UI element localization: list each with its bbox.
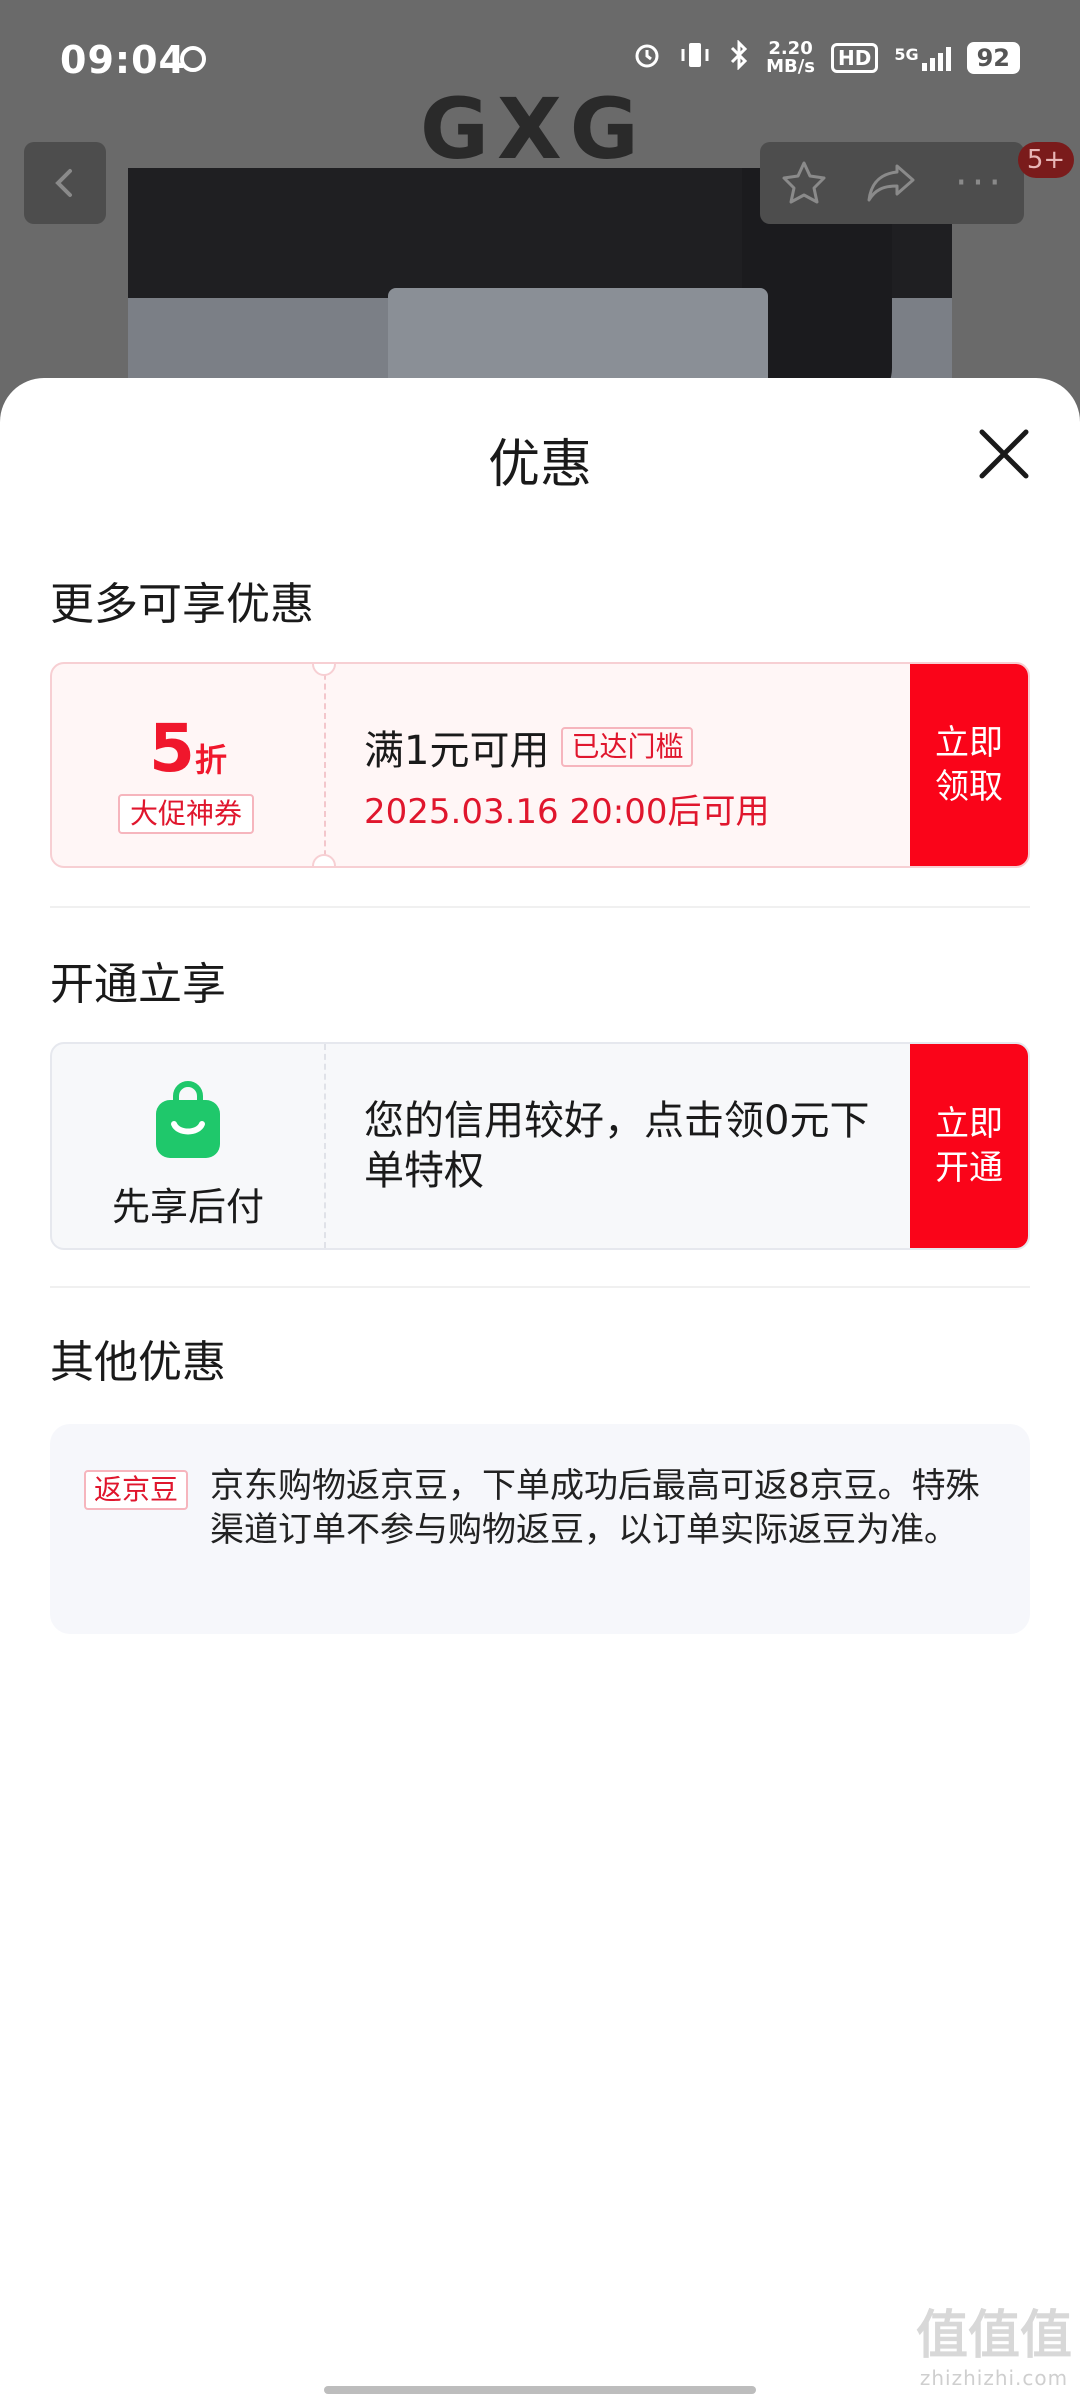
open-label-line2: 开通 (935, 1148, 1003, 1188)
shopping-bag-icon (156, 1081, 220, 1158)
status-bar: 09:04 2.20 MB/s HD 5G 92 (0, 0, 1080, 120)
watermark-site: zhizhizhi.com (919, 2366, 1069, 2390)
divider (50, 1286, 1030, 1288)
coupon-value-area: 5折 大促神券 (52, 664, 324, 866)
sheet-title: 优惠 (487, 435, 592, 495)
home-indicator[interactable] (324, 2386, 756, 2394)
credit-text: 您的信用较好，点击领0元下单特权 (364, 1098, 870, 1194)
watermark-glyphs: 值值值 (915, 2306, 1072, 2366)
hd-badge: HD (830, 43, 879, 73)
coupon-condition: 满1元可用 (364, 728, 550, 774)
section-title-other: 其他优惠 (50, 1337, 226, 1388)
coupon-tag: 大促神券 (118, 794, 255, 834)
coupon-divider (324, 664, 326, 866)
status-icons: 2.20 MB/s HD 5G 92 (632, 38, 1020, 77)
share-icon[interactable] (862, 153, 922, 213)
claim-label-line1: 立即 (935, 723, 1003, 763)
coupon-value-number: 5 (149, 710, 195, 787)
close-icon (979, 429, 1029, 479)
coupon-value: 5折 (52, 710, 324, 787)
jingdou-text: 京东购物返京豆，下单成功后最高可返8京豆。特殊渠道订单不参与购物返豆，以订单实际… (210, 1466, 980, 1550)
coupon-notch-bottom (312, 854, 336, 866)
back-button[interactable] (24, 142, 106, 224)
credit-divider (324, 1044, 326, 1248)
vibrate-icon (678, 40, 712, 76)
close-button[interactable] (972, 422, 1036, 486)
coupon-condition-row: 满1元可用 已达门槛 (364, 718, 769, 776)
claim-coupon-button[interactable]: 立即 领取 (910, 664, 1028, 866)
cart-badge: 5+ (1018, 142, 1074, 178)
chevron-left-icon (55, 169, 72, 197)
claim-label-line2: 领取 (935, 767, 1003, 807)
top-actions: ··· (760, 142, 1024, 224)
credit-label: 先享后付 (111, 1185, 264, 1229)
alarm-icon (632, 40, 662, 76)
more-icon[interactable]: ··· (950, 153, 1010, 213)
section-title-more: 更多可享优惠 (50, 579, 314, 630)
credit-left-area: 先享后付 (52, 1044, 324, 1248)
watermark: 值值值 zhizhizhi.com (916, 2310, 1072, 2388)
status-time: 09:04 (60, 38, 186, 82)
favorite-star-icon[interactable] (774, 153, 834, 213)
battery-indicator: 92 (966, 42, 1020, 74)
threshold-tag: 已达门槛 (561, 727, 694, 767)
coupon-details: 满1元可用 已达门槛 2025.03.16 20:00后可用 (364, 718, 769, 833)
status-activity-icon (180, 46, 206, 72)
section-title-open: 开通立享 (50, 959, 226, 1010)
credit-card: 先享后付 您的信用较好，点击领0元下单特权 立即 开通 (50, 1042, 1030, 1250)
coupon-value-unit: 折 (194, 741, 227, 779)
coupon-valid-time: 2025.03.16 20:00后可用 (364, 792, 770, 832)
bluetooth-icon (728, 39, 750, 76)
network-speed: 2.20 MB/s (766, 38, 815, 77)
open-label-line1: 立即 (935, 1104, 1003, 1144)
jingdou-tag: 返京豆 (84, 1470, 189, 1510)
coupon-card: 5折 大促神券 满1元可用 已达门槛 2025.03.16 20:00后可用 立… (50, 662, 1030, 868)
jingdou-offer-card: 返京豆 京东购物返京豆，下单成功后最高可返8京豆。特殊渠道订单不参与购物返豆，以… (50, 1424, 1030, 1634)
divider (50, 906, 1030, 908)
open-credit-button[interactable]: 立即 开通 (910, 1044, 1028, 1248)
signal-icon: 5G (894, 45, 951, 71)
offers-sheet: 优惠 更多可享优惠 5折 大促神券 满1元可用 已达门槛 2025.03.16 … (0, 378, 1080, 2408)
